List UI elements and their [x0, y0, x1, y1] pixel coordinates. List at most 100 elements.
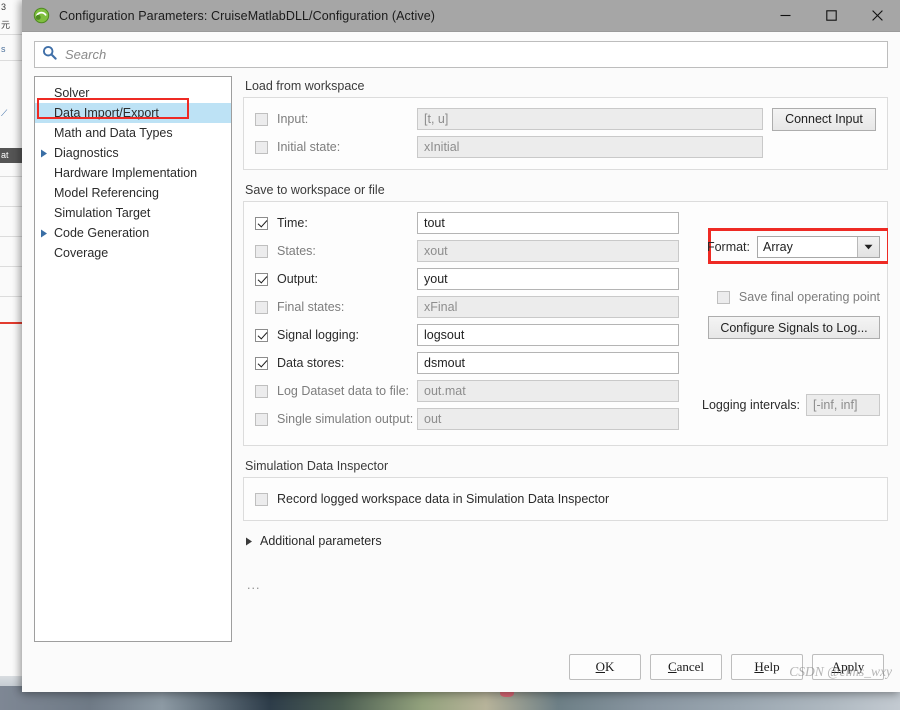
sidebar-item-math-and-data-types[interactable]: Math and Data Types: [35, 123, 231, 143]
dialog-body: Solver Data Import/Export Math and Data …: [22, 76, 900, 642]
close-button[interactable]: [854, 0, 900, 31]
help-button[interactable]: Help: [731, 654, 803, 680]
settings-tree[interactable]: Solver Data Import/Export Math and Data …: [34, 76, 232, 642]
final-states-checkbox[interactable]: [255, 300, 268, 314]
time-field[interactable]: tout: [417, 212, 679, 234]
output-label: Output:: [277, 272, 318, 286]
apply-accel: A: [831, 659, 842, 674]
simulink-icon: [33, 7, 50, 24]
dialog-button-bar: OK Cancel Help Apply CSDN @clms_wxy: [22, 642, 900, 692]
states-checkbox[interactable]: [255, 244, 268, 258]
sidebar-item-code-generation[interactable]: Code Generation: [35, 223, 231, 243]
bg-text-fragment: ⟋: [1, 108, 8, 118]
row-record-logged-data[interactable]: Record logged workspace data in Simulati…: [255, 491, 876, 507]
apply-rest: pply: [841, 659, 865, 674]
logging-intervals-cell: Logging intervals: [-inf, inf]: [702, 394, 880, 416]
logging-intervals-field[interactable]: [-inf, inf]: [806, 394, 880, 416]
initial-state-field[interactable]: xInitial: [417, 136, 763, 158]
sidebar-item-label: Diagnostics: [54, 146, 119, 160]
sidebar-item-coverage[interactable]: Coverage: [35, 243, 231, 263]
signal-logging-checkbox[interactable]: [255, 328, 268, 342]
search-input[interactable]: [63, 46, 887, 63]
bg-text-fragment: 3: [1, 2, 7, 12]
states-checkbox-cell[interactable]: States:: [255, 244, 417, 258]
output-checkbox-cell[interactable]: Output:: [255, 272, 417, 286]
data-stores-label: Data stores:: [277, 356, 345, 370]
configuration-parameters-dialog: Configuration Parameters: CruiseMatlabDL…: [22, 0, 900, 692]
configure-signals-to-log-button[interactable]: Configure Signals to Log...: [708, 316, 880, 339]
single-sim-output-checkbox-cell[interactable]: Single simulation output:: [255, 412, 417, 426]
states-field[interactable]: xout: [417, 240, 679, 262]
save-final-operating-point-checkbox[interactable]: [716, 290, 730, 304]
ok-button[interactable]: OK: [569, 654, 641, 680]
cancel-rest: ancel: [676, 659, 705, 674]
save-to-workspace-group: Time: tout States: xout Output: yout Fin…: [243, 201, 888, 446]
help-accel: H: [754, 659, 764, 674]
chevron-right-icon[interactable]: [38, 149, 50, 158]
apply-button[interactable]: Apply: [812, 654, 884, 680]
configure-signals-cell: Configure Signals to Log...: [708, 316, 880, 339]
ok-accel: O: [595, 659, 605, 674]
data-stores-field[interactable]: dsmout: [417, 352, 679, 374]
single-sim-output-field[interactable]: out: [417, 408, 679, 430]
additional-parameters-disclosure[interactable]: Additional parameters: [245, 534, 888, 548]
time-checkbox[interactable]: [255, 216, 268, 230]
minimize-button[interactable]: [762, 0, 808, 31]
data-stores-checkbox[interactable]: [255, 356, 268, 370]
sidebar-item-label: Model Referencing: [54, 186, 159, 200]
time-checkbox-cell[interactable]: Time:: [255, 216, 417, 230]
output-checkbox[interactable]: [255, 272, 268, 286]
chevron-right-icon[interactable]: [245, 537, 253, 546]
bg-text-fragment: at: [1, 150, 9, 160]
sidebar-item-model-referencing[interactable]: Model Referencing: [35, 183, 231, 203]
sidebar-item-hardware-implementation[interactable]: Hardware Implementation: [35, 163, 231, 183]
save-final-operating-point-cell[interactable]: Save final operating point: [716, 290, 880, 304]
format-selected-value: Array: [763, 240, 793, 254]
sidebar-item-label: Data Import/Export: [54, 106, 159, 120]
sidebar-item-diagnostics[interactable]: Diagnostics: [35, 143, 231, 163]
log-dataset-label: Log Dataset data to file:: [277, 384, 410, 398]
chevron-right-icon[interactable]: [38, 229, 50, 238]
input-checkbox-cell[interactable]: Input:: [255, 112, 417, 126]
states-label: States:: [277, 244, 316, 258]
format-dropdown[interactable]: Array: [757, 236, 880, 258]
chevron-down-icon[interactable]: [857, 237, 879, 257]
signal-logging-field[interactable]: logsout: [417, 324, 679, 346]
cancel-button[interactable]: Cancel: [650, 654, 722, 680]
bg-text-fragment: s: [1, 44, 6, 54]
sidebar-item-label: Code Generation: [54, 226, 150, 240]
cancel-accel: C: [667, 659, 677, 674]
single-sim-output-checkbox[interactable]: [255, 412, 268, 426]
signal-logging-checkbox-cell[interactable]: Signal logging:: [255, 328, 417, 342]
load-group-title: Load from workspace: [245, 79, 365, 93]
initial-state-checkbox-cell[interactable]: Initial state:: [255, 140, 417, 154]
search-icon: [42, 45, 57, 65]
maximize-button[interactable]: [808, 0, 854, 31]
signal-logging-label: Signal logging:: [277, 328, 360, 342]
input-checkbox[interactable]: [255, 112, 268, 126]
final-states-field[interactable]: xFinal: [417, 296, 679, 318]
output-field[interactable]: yout: [417, 268, 679, 290]
log-dataset-checkbox[interactable]: [255, 384, 268, 398]
record-logged-data-checkbox[interactable]: [255, 492, 268, 506]
log-dataset-checkbox-cell[interactable]: Log Dataset data to file:: [255, 384, 417, 398]
sidebar-item-solver[interactable]: Solver: [35, 83, 231, 103]
sidebar-item-simulation-target[interactable]: Simulation Target: [35, 203, 231, 223]
settings-content-pane: Load from workspace Input: [t, u] Connec…: [243, 76, 888, 642]
load-from-workspace-group: Input: [t, u] Connect Input Initial stat…: [243, 97, 888, 170]
sidebar-item-data-import-export[interactable]: Data Import/Export: [35, 103, 231, 123]
row-output: Output: yout: [255, 267, 876, 291]
single-sim-output-label: Single simulation output:: [277, 412, 414, 426]
log-dataset-field[interactable]: out.mat: [417, 380, 679, 402]
row-time: Time: tout: [255, 211, 876, 235]
initial-state-checkbox[interactable]: [255, 140, 268, 154]
bg-text-fragment: 元: [1, 20, 11, 30]
logging-intervals-label: Logging intervals:: [702, 398, 800, 412]
sidebar-item-label: Simulation Target: [54, 206, 151, 220]
input-field[interactable]: [t, u]: [417, 108, 763, 130]
final-states-checkbox-cell[interactable]: Final states:: [255, 300, 417, 314]
connect-input-button[interactable]: Connect Input: [772, 107, 876, 131]
data-stores-checkbox-cell[interactable]: Data stores:: [255, 356, 417, 370]
search-box[interactable]: [34, 41, 888, 68]
sidebar-item-label: Hardware Implementation: [54, 166, 198, 180]
